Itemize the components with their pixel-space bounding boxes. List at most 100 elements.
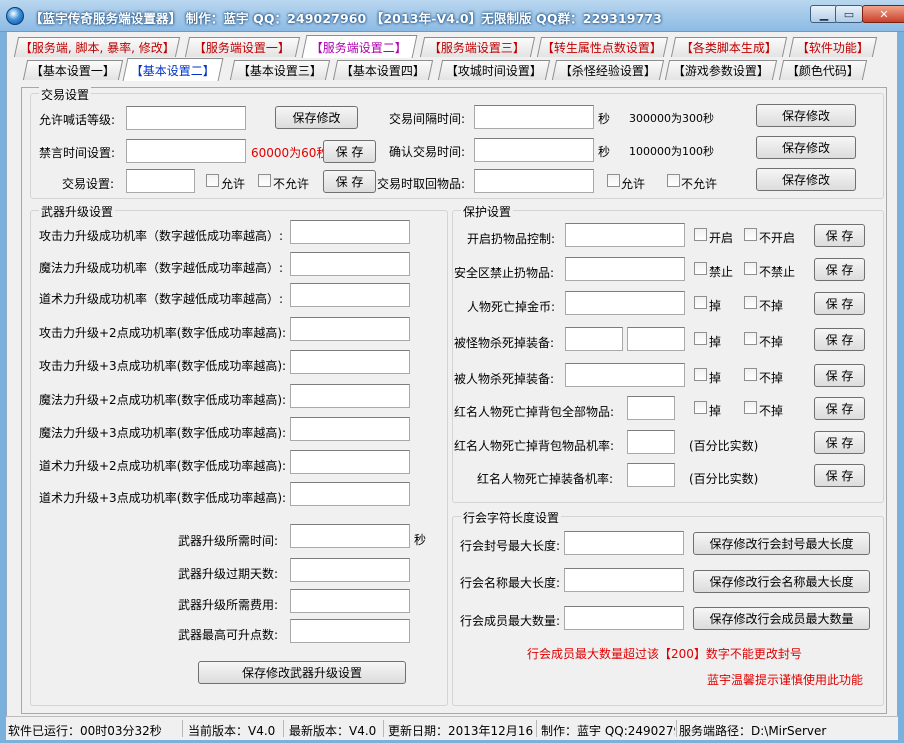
retrieve-disallow-checkbox[interactable] bbox=[667, 174, 680, 187]
protect-input-4[interactable] bbox=[565, 327, 623, 351]
weapon-rate-label-3: 道术力升级成功机率（数字越低成功率越高）: bbox=[39, 292, 284, 306]
protect-option-a-checkbox[interactable] bbox=[694, 401, 707, 414]
trade-setting-input[interactable] bbox=[126, 169, 195, 193]
protect-option-a-checkbox[interactable] bbox=[694, 228, 707, 241]
upgrade-time-unit: 秒 bbox=[414, 533, 427, 547]
protect-save-button-1[interactable]: 保 存 bbox=[814, 224, 865, 247]
close-button[interactable]: ✕ bbox=[862, 5, 904, 23]
protect-input-3[interactable] bbox=[565, 291, 685, 315]
tab-software-features[interactable]: 【软件功能】 bbox=[788, 37, 878, 57]
upgrade-expire-label: 武器升级过期天数: bbox=[178, 567, 279, 581]
save-confirm-trade-button[interactable]: 保存修改 bbox=[756, 136, 856, 159]
protect-option-b-checkbox[interactable] bbox=[744, 401, 757, 414]
protect-input-5[interactable] bbox=[565, 363, 685, 387]
protect-option-b-label: 不掉 bbox=[759, 299, 784, 313]
weapon-rate-input-8[interactable] bbox=[290, 450, 410, 474]
maximize-button[interactable]: ▭ bbox=[835, 5, 863, 23]
mute-time-input[interactable] bbox=[126, 139, 246, 163]
protect-label-7: 红名人物死亡掉背包物品机率: bbox=[454, 439, 615, 453]
protect-option-a-checkbox[interactable] bbox=[694, 296, 707, 309]
weapon-rate-input-7[interactable] bbox=[290, 417, 410, 441]
tab-basic-3[interactable]: 【基本设置三】 bbox=[229, 60, 331, 80]
protect-label-6: 红名人物死亡掉背包全部物品: bbox=[454, 405, 615, 419]
group-title: 行会字符长度设置 bbox=[461, 509, 562, 526]
upgrade-time-input[interactable] bbox=[290, 524, 410, 548]
trade-allow-checkbox[interactable] bbox=[206, 174, 219, 187]
protect-input-7[interactable] bbox=[627, 430, 675, 454]
trade-disallow-checkbox[interactable] bbox=[258, 174, 271, 187]
tab-server-settings-2[interactable]: 【服务端设置二】 bbox=[301, 35, 418, 58]
protect-option-a-checkbox[interactable] bbox=[694, 332, 707, 345]
protect-save-button-6[interactable]: 保 存 bbox=[814, 397, 865, 420]
protect-option-b-checkbox[interactable] bbox=[744, 228, 757, 241]
tab-rebirth-points[interactable]: 【转生属性点数设置】 bbox=[536, 37, 669, 57]
protect-save-button-2[interactable]: 保 存 bbox=[814, 258, 865, 281]
protect-option-b-checkbox[interactable] bbox=[744, 368, 757, 381]
save-shout-level-button[interactable]: 保存修改 bbox=[275, 106, 358, 129]
retrieve-items-input[interactable] bbox=[474, 169, 594, 193]
protect-save-button-5[interactable]: 保 存 bbox=[814, 364, 865, 387]
confirm-trade-input[interactable] bbox=[474, 138, 594, 162]
guild-name-input[interactable] bbox=[564, 568, 684, 592]
protect-input-4b[interactable] bbox=[627, 327, 685, 351]
save-guild-member-button[interactable]: 保存修改行会成员最大数量 bbox=[693, 607, 870, 630]
save-trade-setting-button[interactable]: 保 存 bbox=[323, 170, 376, 193]
tab-basic-4[interactable]: 【基本设置四】 bbox=[332, 60, 434, 80]
guild-seal-label: 行会封号最大长度: bbox=[460, 539, 561, 553]
trade-setting-label: 交易设置: bbox=[62, 177, 115, 191]
protect-label-4: 被怪物杀死掉装备: bbox=[454, 336, 555, 350]
protect-option-a-checkbox[interactable] bbox=[694, 262, 707, 275]
protect-option-b-checkbox[interactable] bbox=[744, 296, 757, 309]
tab-server-settings-3[interactable]: 【服务端设置三】 bbox=[419, 37, 536, 57]
guild-seal-input[interactable] bbox=[564, 531, 684, 555]
tab-server-script-rate[interactable]: 【服务端, 脚本, 暴率, 修改】 bbox=[13, 37, 181, 57]
protect-option-b-label: 不掉 bbox=[759, 371, 784, 385]
weapon-rate-input-1[interactable] bbox=[290, 220, 410, 244]
retrieve-allow-checkbox[interactable] bbox=[607, 174, 620, 187]
protect-option-b-label: 不掉 bbox=[759, 335, 784, 349]
tab-game-params[interactable]: 【游戏参数设置】 bbox=[664, 60, 778, 80]
tab-script-generator[interactable]: 【各类脚本生成】 bbox=[670, 37, 788, 57]
weapon-rate-input-6[interactable] bbox=[290, 384, 410, 408]
weapon-rate-input-4[interactable] bbox=[290, 317, 410, 341]
guild-member-input[interactable] bbox=[564, 606, 684, 630]
save-guild-name-button[interactable]: 保存修改行会名称最大长度 bbox=[693, 570, 870, 593]
upgrade-max-input[interactable] bbox=[290, 619, 410, 643]
tab-kill-exp[interactable]: 【杀怪经验设置】 bbox=[551, 60, 665, 80]
tab-basic-1[interactable]: 【基本设置一】 bbox=[22, 60, 124, 80]
save-mute-time-button[interactable]: 保 存 bbox=[323, 140, 376, 163]
status-runtime: 软件已运行：00时03分32秒 bbox=[8, 724, 162, 738]
protect-option-b-checkbox[interactable] bbox=[744, 332, 757, 345]
app-icon bbox=[6, 7, 24, 25]
weapon-rate-input-2[interactable] bbox=[290, 252, 410, 276]
protect-input-1[interactable] bbox=[565, 223, 685, 247]
tab-server-settings-1[interactable]: 【服务端设置一】 bbox=[184, 37, 301, 57]
protect-save-button-7[interactable]: 保 存 bbox=[814, 431, 865, 454]
save-trade-interval-button[interactable]: 保存修改 bbox=[756, 104, 856, 127]
protect-save-button-4[interactable]: 保 存 bbox=[814, 328, 865, 351]
protect-option-b-checkbox[interactable] bbox=[744, 262, 757, 275]
protect-input-6[interactable] bbox=[627, 396, 675, 420]
protect-save-button-8[interactable]: 保 存 bbox=[814, 464, 865, 487]
tab-siege-time[interactable]: 【攻城时间设置】 bbox=[437, 60, 551, 80]
protect-option-b-label: 不禁止 bbox=[759, 265, 796, 279]
upgrade-cost-input[interactable] bbox=[290, 589, 410, 613]
protect-label-1: 开启扔物品控制: bbox=[467, 232, 556, 246]
protect-save-button-3[interactable]: 保 存 bbox=[814, 292, 865, 315]
tab-basic-2[interactable]: 【基本设置二】 bbox=[122, 58, 224, 81]
trade-interval-input[interactable] bbox=[474, 105, 594, 129]
minimize-button[interactable]: ▁ bbox=[810, 5, 838, 23]
protect-option-a-checkbox[interactable] bbox=[694, 368, 707, 381]
shout-level-input[interactable] bbox=[126, 106, 246, 130]
upgrade-expire-input[interactable] bbox=[290, 558, 410, 582]
tab-color-codes[interactable]: 【颜色代码】 bbox=[778, 60, 868, 80]
trade-interval-hint: 300000为300秒 bbox=[629, 112, 714, 125]
save-retrieve-items-button[interactable]: 保存修改 bbox=[756, 168, 856, 191]
save-guild-seal-button[interactable]: 保存修改行会封号最大长度 bbox=[693, 532, 870, 555]
weapon-rate-input-9[interactable] bbox=[290, 482, 410, 506]
protect-input-2[interactable] bbox=[565, 257, 685, 281]
save-weapon-upgrade-button[interactable]: 保存修改武器升级设置 bbox=[198, 661, 406, 684]
weapon-rate-input-5[interactable] bbox=[290, 350, 410, 374]
weapon-rate-input-3[interactable] bbox=[290, 283, 410, 307]
protect-input-8[interactable] bbox=[627, 463, 675, 487]
